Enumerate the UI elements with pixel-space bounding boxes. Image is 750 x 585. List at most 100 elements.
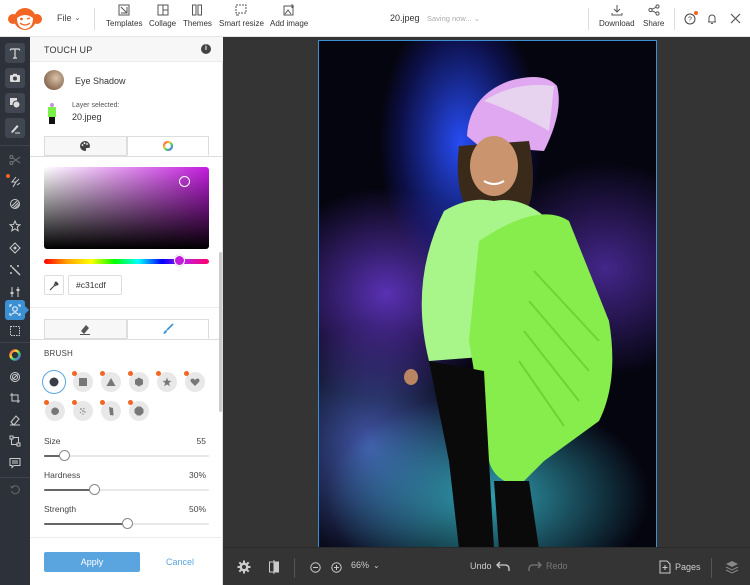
rail-overlays[interactable]	[5, 238, 25, 258]
zoom-level: 66%	[351, 560, 370, 570]
rail-transform[interactable]	[5, 431, 25, 451]
rail-divider	[0, 477, 30, 478]
rail-touch-up[interactable]	[5, 300, 25, 320]
bell-icon[interactable]	[706, 13, 718, 25]
photo-canvas[interactable]	[318, 40, 657, 548]
rail-adjust[interactable]	[5, 282, 25, 302]
rail-textures[interactable]	[5, 194, 25, 214]
heart-brush-icon	[190, 378, 200, 386]
save-status[interactable]: Saving now... ⌄	[427, 14, 480, 23]
color-wheel-icon	[162, 140, 173, 152]
pages-label: Pages	[675, 562, 701, 572]
size-slider[interactable]	[44, 450, 209, 461]
top-bar: File ⌄ Templates Collage Themes Smart re…	[0, 0, 750, 37]
layers-icon[interactable]	[725, 560, 739, 574]
brush-section-label: BRUSH	[44, 349, 74, 358]
add-image-button[interactable]: Add image	[270, 4, 308, 28]
brush-octagon[interactable]	[128, 400, 149, 421]
effect-name: Eye Shadow	[75, 76, 126, 86]
add-image-icon	[283, 4, 295, 16]
rail-cutout[interactable]	[5, 150, 25, 170]
rail-color[interactable]	[5, 345, 25, 365]
collage-label: Collage	[149, 19, 177, 28]
rail-crop[interactable]	[5, 388, 25, 408]
rail-divider	[0, 145, 30, 146]
cancel-button[interactable]: Cancel	[160, 552, 200, 572]
eyedropper-button[interactable]	[44, 275, 64, 295]
brush-circle[interactable]	[42, 370, 66, 394]
hue-slider-handle[interactable]	[174, 255, 186, 266]
magic-wand-icon	[10, 265, 21, 276]
info-icon[interactable]: i	[201, 44, 211, 54]
templates-button[interactable]: Templates	[106, 4, 142, 28]
redo-button[interactable]: Redo	[528, 560, 568, 572]
add-image-label: Add image	[270, 19, 309, 28]
collage-icon	[157, 4, 169, 16]
rail-canvas[interactable]	[5, 321, 25, 341]
apply-button[interactable]: Apply	[44, 552, 140, 572]
close-icon[interactable]	[730, 13, 741, 24]
compare-icon[interactable]	[268, 560, 280, 574]
templates-label: Templates	[106, 19, 143, 28]
share-button[interactable]: Share	[643, 4, 664, 28]
rail-frames[interactable]	[5, 216, 25, 236]
brush-spatter[interactable]	[72, 400, 93, 421]
hex-color-input[interactable]	[68, 275, 122, 295]
zoom-out-icon[interactable]	[310, 562, 321, 573]
rail-draw[interactable]	[5, 118, 25, 138]
badge-dot	[100, 371, 105, 376]
tab-palette[interactable]	[44, 136, 127, 156]
tab-brush[interactable]	[126, 319, 209, 339]
pages-button[interactable]: Pages	[659, 560, 701, 574]
tab-color-wheel[interactable]	[126, 136, 209, 156]
rail-history[interactable]	[5, 480, 25, 500]
rail-graphics[interactable]	[5, 93, 25, 113]
brush-blob[interactable]	[44, 400, 65, 421]
rail-comments[interactable]	[5, 453, 25, 473]
brush-hexagon[interactable]	[128, 371, 149, 392]
file-menu-button[interactable]: File ⌄	[57, 13, 80, 23]
rail-photo[interactable]	[5, 68, 25, 88]
divider	[30, 537, 223, 538]
brush-triangle[interactable]	[100, 371, 121, 392]
brush-stroke[interactable]	[100, 400, 121, 421]
divider	[588, 8, 589, 30]
zoom-in-icon[interactable]	[331, 562, 342, 573]
badge-dot	[72, 371, 77, 376]
tab-eraser[interactable]	[44, 319, 127, 339]
download-button[interactable]: Download	[599, 4, 635, 28]
chevron-down-icon: ⌄	[473, 14, 481, 23]
document-title[interactable]: 20.jpeg	[390, 13, 420, 23]
color-picker-handle[interactable]	[179, 176, 190, 187]
collage-button[interactable]: Collage	[149, 4, 176, 28]
size-slider-knob[interactable]	[58, 450, 70, 461]
rail-eraser[interactable]	[5, 410, 25, 430]
settings-gear-icon[interactable]	[237, 560, 251, 574]
hardness-slider-knob[interactable]	[88, 484, 100, 495]
layer-thumbnail	[48, 103, 56, 124]
monkey-logo-icon[interactable]	[8, 6, 42, 32]
themes-button[interactable]: Themes	[183, 4, 212, 28]
strength-slider-knob[interactable]	[121, 518, 133, 529]
blend-icon	[10, 372, 20, 382]
rail-text[interactable]	[5, 43, 25, 63]
size-label: Size	[44, 436, 61, 446]
undo-label: Undo	[470, 561, 492, 571]
divider	[94, 8, 95, 30]
canvas-area	[223, 37, 750, 548]
palette-icon	[80, 141, 91, 151]
color-mode-tabs	[44, 136, 209, 156]
panel-scrollbar[interactable]	[219, 252, 222, 412]
brush-heart[interactable]	[184, 371, 205, 392]
smart-resize-button[interactable]: Smart resize	[219, 4, 264, 28]
hardness-slider[interactable]	[44, 484, 209, 495]
zoom-level-dropdown[interactable]: 66% ⌄	[351, 560, 380, 570]
brush-square[interactable]	[72, 371, 93, 392]
strength-slider[interactable]	[44, 518, 209, 529]
rail-magic[interactable]	[5, 260, 25, 280]
undo-button[interactable]: Undo	[470, 560, 510, 572]
brush-star[interactable]	[156, 371, 177, 392]
badge-dot	[128, 400, 133, 405]
spatter-brush-icon	[79, 407, 86, 415]
rail-blend[interactable]	[5, 367, 25, 387]
